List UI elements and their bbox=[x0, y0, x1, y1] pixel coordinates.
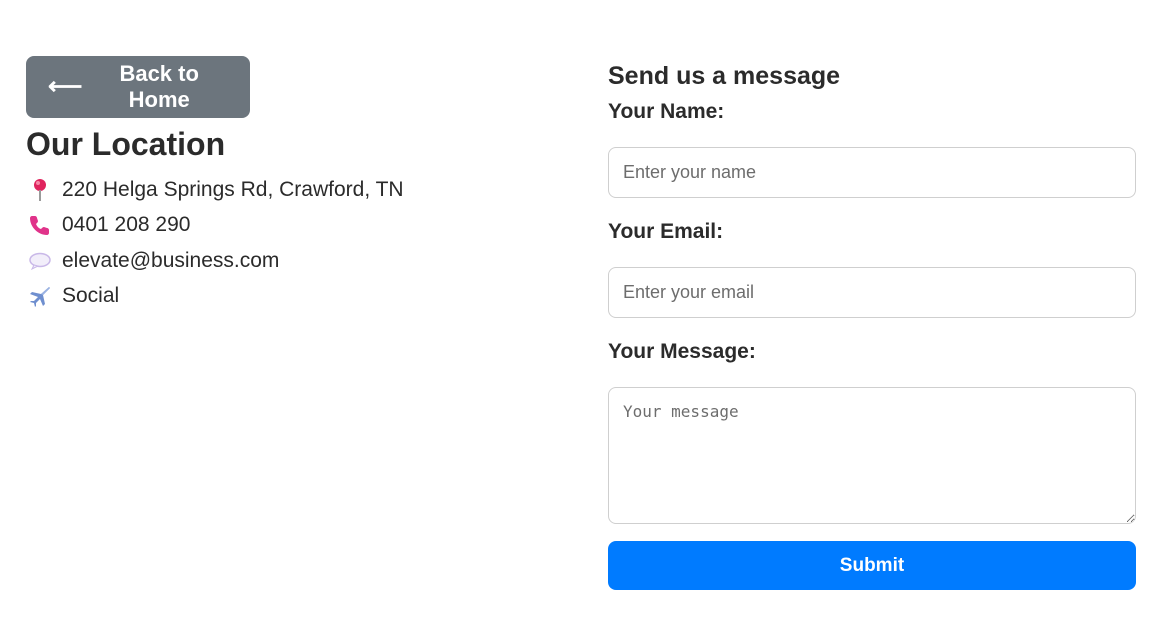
email-label: Your Email: bbox=[608, 220, 724, 243]
contact-list: 220 Helga Springs Rd, Crawford, TN 0401 … bbox=[26, 172, 566, 314]
phone-text: 0401 208 290 bbox=[62, 213, 191, 237]
contact-page: ⟵ Back to Home Our Location 220 Helga Sp… bbox=[0, 0, 1162, 641]
phone-icon bbox=[26, 213, 54, 237]
submit-button[interactable]: Submit bbox=[608, 541, 1136, 590]
message-form-section: Send us a message Your Name: Your Email:… bbox=[608, 60, 1136, 590]
contact-item-phone: 0401 208 290 bbox=[26, 208, 566, 244]
name-input[interactable] bbox=[608, 147, 1136, 198]
back-to-home-button[interactable]: ⟵ Back to Home bbox=[26, 56, 250, 118]
pin-icon bbox=[26, 178, 54, 202]
contact-item-address: 220 Helga Springs Rd, Crawford, TN bbox=[26, 172, 566, 208]
contact-form: Your Name: Your Email: Your Message: Sub… bbox=[608, 98, 1136, 590]
contact-item-email: elevate@business.com bbox=[26, 243, 566, 279]
back-to-home-label: Back to Home bbox=[119, 61, 199, 112]
form-title: Send us a message bbox=[608, 62, 841, 90]
email-input[interactable] bbox=[608, 267, 1136, 318]
email-text: elevate@business.com bbox=[62, 248, 280, 272]
address-text: 220 Helga Springs Rd, Crawford, TN bbox=[62, 177, 404, 201]
message-label: Your Message: bbox=[608, 340, 756, 363]
location-title: Our Location bbox=[26, 126, 226, 162]
contact-item-social: Social bbox=[26, 279, 566, 315]
location-section: ⟵ Back to Home Our Location 220 Helga Sp… bbox=[26, 56, 566, 314]
message-textarea[interactable] bbox=[608, 387, 1136, 524]
social-text: Social bbox=[62, 284, 120, 308]
name-label: Your Name: bbox=[608, 100, 725, 123]
speech-bubble-icon bbox=[26, 249, 54, 273]
left-arrow-icon: ⟵ bbox=[48, 73, 83, 100]
airplane-icon bbox=[26, 284, 54, 308]
